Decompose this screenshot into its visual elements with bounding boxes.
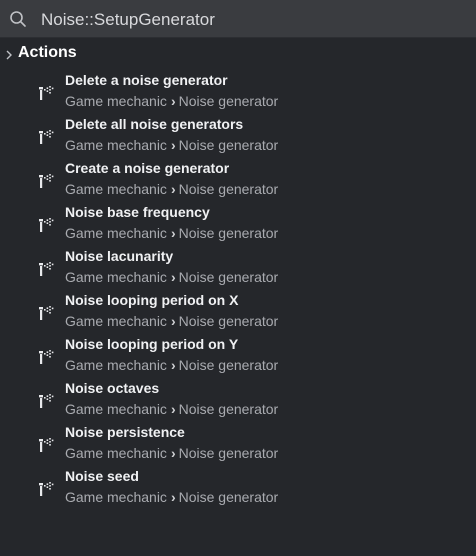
- breadcrumb-separator: ›: [170, 269, 176, 285]
- item-subcategory: Noise generator: [178, 137, 279, 153]
- item-breadcrumb: Game mechanic › Noise generator: [65, 181, 278, 197]
- item-title: Noise looping period on X: [65, 292, 239, 308]
- item-title: Noise persistence: [65, 424, 185, 440]
- item-breadcrumb: Game mechanic › Noise generator: [65, 489, 278, 505]
- noise-generator-icon: [38, 128, 56, 146]
- noise-generator-icon: [38, 436, 56, 454]
- item-title: Noise base frequency: [65, 204, 210, 220]
- list-item[interactable]: Noise octaves Game mechanic › Noise genera…: [0, 378, 476, 422]
- item-subcategory: Noise generator: [178, 489, 279, 505]
- item-title: Noise octaves: [65, 380, 160, 396]
- item-category: Game mechanic: [65, 225, 167, 241]
- item-subcategory: Noise generator: [178, 269, 279, 285]
- item-subcategory: Noise generator: [178, 445, 279, 461]
- noise-generator-icon: [38, 172, 56, 190]
- breadcrumb-separator: ›: [170, 137, 176, 153]
- item-category: Game mechanic: [65, 489, 167, 505]
- list-item[interactable]: Noise seed Game mechanic › Noise generator: [0, 466, 476, 510]
- breadcrumb-separator: ›: [170, 401, 176, 417]
- item-subcategory: Noise generator: [178, 93, 279, 109]
- breadcrumb-separator: ›: [170, 357, 176, 373]
- item-category: Game mechanic: [65, 137, 167, 153]
- list-item[interactable]: Noise base frequency Game mechanic › Noise…: [0, 202, 476, 246]
- search-bar[interactable]: [0, 0, 476, 38]
- item-breadcrumb: Game mechanic › Noise generator: [65, 313, 278, 329]
- breadcrumb-separator: ›: [170, 489, 176, 505]
- list-item[interactable]: Create a noise generator Game mechanic › N…: [0, 158, 476, 202]
- action-list: Delete a noise generator Game mechanic › N…: [0, 70, 476, 510]
- breadcrumb-separator: ›: [170, 181, 176, 197]
- noise-generator-icon: [38, 216, 56, 234]
- item-breadcrumb: Game mechanic › Noise generator: [65, 269, 278, 285]
- list-item[interactable]: Noise looping period on X Game mechanic ›…: [0, 290, 476, 334]
- item-title: Noise looping period on Y: [65, 336, 239, 352]
- list-item[interactable]: Delete a noise generator Game mechanic › N…: [0, 70, 476, 114]
- item-title: Noise lacunarity: [65, 248, 174, 264]
- breadcrumb-separator: ›: [170, 93, 176, 109]
- chevron-right-icon[interactable]: [4, 48, 14, 60]
- item-category: Game mechanic: [65, 313, 167, 329]
- item-category: Game mechanic: [65, 181, 167, 197]
- breadcrumb-separator: ›: [170, 313, 176, 329]
- item-subcategory: Noise generator: [178, 401, 279, 417]
- item-breadcrumb: Game mechanic › Noise generator: [65, 357, 278, 373]
- search-input[interactable]: [41, 9, 461, 31]
- item-title: Delete a noise generator: [65, 72, 228, 88]
- section-title: Actions: [18, 44, 77, 61]
- noise-generator-icon: [38, 304, 56, 322]
- noise-generator-icon: [38, 260, 56, 278]
- item-subcategory: Noise generator: [178, 225, 279, 241]
- item-category: Game mechanic: [65, 445, 167, 461]
- item-subcategory: Noise generator: [178, 181, 279, 197]
- breadcrumb-separator: ›: [170, 445, 176, 461]
- item-breadcrumb: Game mechanic › Noise generator: [65, 401, 278, 417]
- item-breadcrumb: Game mechanic › Noise generator: [65, 93, 278, 109]
- actions-section-header[interactable]: Actions: [0, 42, 476, 66]
- noise-generator-icon: [38, 392, 56, 410]
- item-category: Game mechanic: [65, 269, 167, 285]
- item-breadcrumb: Game mechanic › Noise generator: [65, 137, 278, 153]
- item-category: Game mechanic: [65, 93, 167, 109]
- list-item[interactable]: Noise looping period on Y Game mechanic ›…: [0, 334, 476, 378]
- item-title: Create a noise generator: [65, 160, 230, 176]
- item-title: Delete all noise generators: [65, 116, 244, 132]
- item-breadcrumb: Game mechanic › Noise generator: [65, 225, 278, 241]
- noise-generator-icon: [38, 84, 56, 102]
- list-item[interactable]: Delete all noise generators Game mechani…: [0, 114, 476, 158]
- item-subcategory: Noise generator: [178, 313, 279, 329]
- item-title: Noise seed: [65, 468, 139, 484]
- item-breadcrumb: Game mechanic › Noise generator: [65, 445, 278, 461]
- breadcrumb-separator: ›: [170, 225, 176, 241]
- item-category: Game mechanic: [65, 401, 167, 417]
- noise-generator-icon: [38, 348, 56, 366]
- list-item[interactable]: Noise lacunarity Game mechanic › Noise gen…: [0, 246, 476, 290]
- item-subcategory: Noise generator: [178, 357, 279, 373]
- item-category: Game mechanic: [65, 357, 167, 373]
- search-icon: [9, 10, 27, 28]
- noise-generator-icon: [38, 480, 56, 498]
- list-item[interactable]: Noise persistence Game mechanic › Noise ge…: [0, 422, 476, 466]
